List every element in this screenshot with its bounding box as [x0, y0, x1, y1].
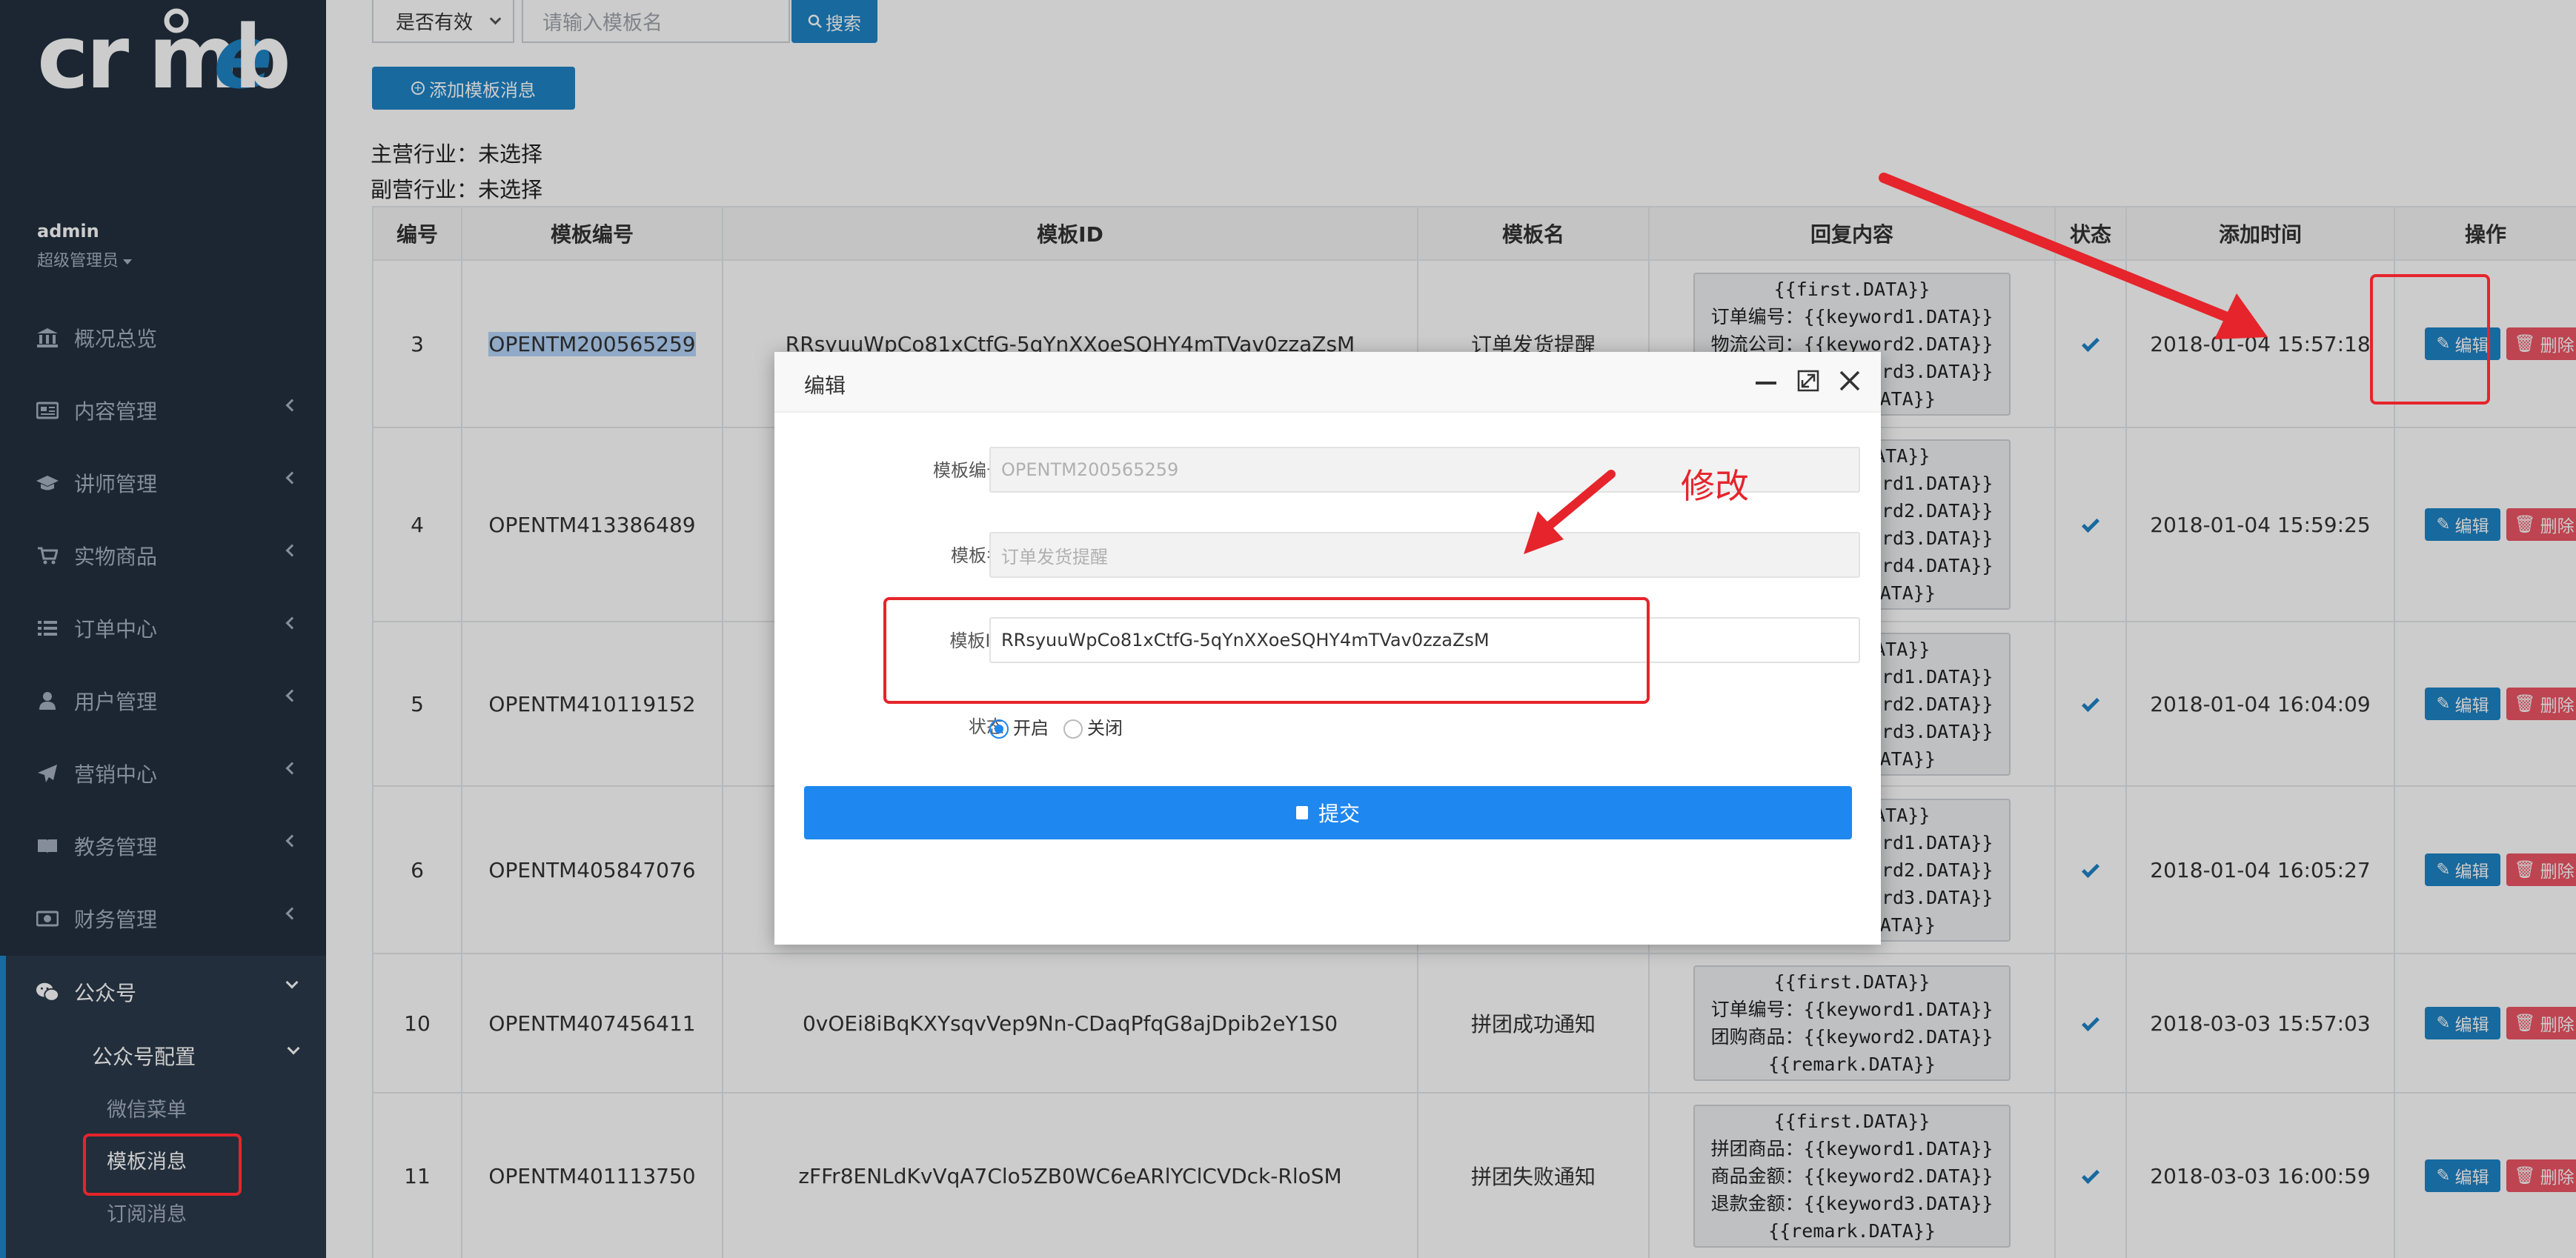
modal-header: 编辑 — [774, 352, 1881, 413]
code-field-label: 模板编号 — [933, 460, 1004, 481]
status-field-label: 状态 — [969, 716, 1004, 737]
radio-unchecked-icon — [1063, 719, 1083, 739]
annotation-label: 修改 — [1681, 466, 1749, 506]
close-icon[interactable] — [1837, 368, 1862, 393]
status-off-label: 关闭 — [1087, 718, 1123, 739]
radio-checked-icon — [989, 719, 1009, 739]
name-field-label: 模板名 — [951, 545, 1004, 566]
modal-title: 编辑 — [804, 373, 846, 398]
annotation-box-template-id — [883, 597, 1650, 704]
maximize-icon[interactable] — [1797, 370, 1819, 392]
annotation-box-sidebar — [83, 1134, 242, 1196]
submit-button[interactable]: 提交 — [804, 786, 1852, 839]
status-on-radio[interactable]: 开启 — [989, 713, 1049, 739]
minimize-icon[interactable] — [1756, 382, 1776, 385]
status-radio-group: 开启 关闭 — [989, 713, 1123, 739]
status-on-label: 开启 — [1013, 718, 1049, 739]
annotation-box-edit-button — [2370, 274, 2490, 405]
submit-label: 提交 — [1318, 802, 1360, 826]
template-name-input[interactable]: 订单发货提醒 — [989, 532, 1860, 578]
status-off-radio[interactable]: 关闭 — [1063, 713, 1123, 739]
shopping-bag-icon — [1295, 806, 1308, 819]
